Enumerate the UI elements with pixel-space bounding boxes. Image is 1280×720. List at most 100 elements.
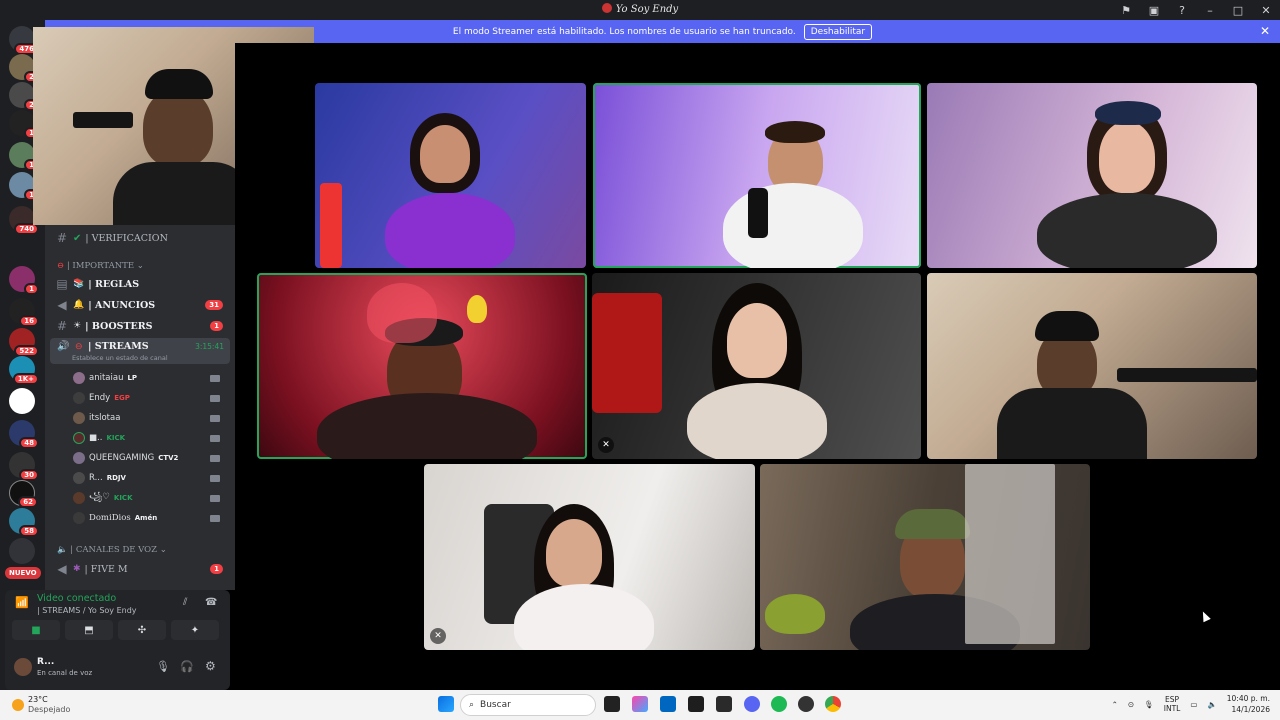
- language-indicator[interactable]: ESP INTL: [1164, 695, 1181, 713]
- no-entry-icon: ⊖: [75, 342, 83, 352]
- task-view-icon[interactable]: [604, 696, 620, 712]
- store-icon[interactable]: [660, 696, 676, 712]
- close-button[interactable]: ✕: [1252, 0, 1280, 20]
- voice-member[interactable]: QUEENGAMING CTV2: [73, 448, 228, 468]
- server-icon[interactable]: 62: [9, 480, 38, 508]
- discord-icon[interactable]: [744, 696, 760, 712]
- volume-icon[interactable]: 🔈: [1207, 700, 1216, 709]
- unread-badge: 1: [210, 564, 223, 574]
- voice-member[interactable]: ꧁♡ KICK: [73, 488, 228, 508]
- video-tile[interactable]: [927, 273, 1257, 459]
- network-icon[interactable]: ⊙: [1128, 700, 1134, 709]
- clock[interactable]: 10:40 p. m. 14/1/2026: [1227, 693, 1270, 715]
- channel-reglas[interactable]: ▤ 📚 | REGLAS: [45, 274, 235, 294]
- screen-share-button[interactable]: ⬒: [65, 620, 113, 640]
- camera-button[interactable]: ■: [12, 620, 60, 640]
- sun-icon: [12, 699, 24, 711]
- bandana: [1095, 101, 1161, 125]
- bell-icon: 🔔: [73, 300, 85, 310]
- video-grid: ✕ ✕: [235, 43, 1280, 690]
- channel-verificacion[interactable]: # ✔ | VERIFICACION: [45, 228, 235, 248]
- server-icon[interactable]: 1K+: [9, 356, 39, 385]
- screen-icon[interactable]: ▣: [1140, 0, 1168, 20]
- display-icon[interactable]: ▭: [1190, 700, 1197, 709]
- app-icon[interactable]: [716, 696, 732, 712]
- video-tile-speaking[interactable]: [593, 83, 921, 268]
- copilot-icon[interactable]: [632, 696, 648, 712]
- voice-member[interactable]: R... RDJV: [73, 468, 228, 488]
- weather-widget[interactable]: 23°C Despejado: [12, 695, 70, 715]
- server-icon[interactable]: 2: [9, 82, 39, 111]
- voice-member[interactable]: DomiDios Amén: [73, 508, 228, 528]
- user-panel: R... En canal de voz 🎙 🎧 ⚙: [5, 650, 230, 686]
- participant-top: [687, 383, 827, 459]
- video-tile[interactable]: [760, 464, 1090, 650]
- server-icon[interactable]: 58: [9, 508, 39, 537]
- microphone-icon[interactable]: 🎙: [156, 660, 170, 673]
- disconnect-icon[interactable]: ☎: [205, 597, 217, 608]
- discover-icon[interactable]: [9, 538, 35, 564]
- video-tile-speaking[interactable]: [257, 273, 587, 459]
- video-tile[interactable]: [927, 83, 1257, 268]
- terminal-icon[interactable]: [688, 696, 704, 712]
- channel-anuncios[interactable]: ◀ 🔔 | ANUNCIOS 31: [45, 295, 235, 315]
- microphone: [73, 112, 133, 128]
- user-name: R...: [37, 657, 55, 667]
- voice-channel[interactable]: | STREAMS / Yo Soy Endy: [37, 606, 137, 615]
- video-tile[interactable]: ✕: [592, 273, 921, 459]
- microphone-icon[interactable]: 🎙: [1144, 700, 1154, 709]
- voice-member[interactable]: ■.. KICK: [73, 428, 228, 448]
- spotify-icon[interactable]: [771, 696, 787, 712]
- category-importante[interactable]: ⊖ | IMPORTANTE ⌄: [57, 261, 144, 271]
- server-icon[interactable]: 1: [9, 266, 39, 295]
- camera-icon: [210, 394, 220, 402]
- maximize-button[interactable]: □: [1224, 0, 1252, 20]
- server-icon[interactable]: 48: [9, 420, 39, 449]
- category-canales-de-voz[interactable]: 🔈 | CANALES DE VOZ ⌄: [57, 545, 167, 555]
- channel-streams-active[interactable]: 🔊 ⊖ | STREAMS 3:15:41 Establece un estad…: [50, 338, 230, 364]
- disable-streamer-button[interactable]: Deshabilitar: [803, 23, 873, 40]
- chevron-up-icon[interactable]: ⌃: [1112, 700, 1118, 709]
- trio-haus-server-icon[interactable]: [9, 388, 35, 414]
- windows-start-icon[interactable]: [438, 696, 454, 712]
- server-icon[interactable]: 522: [9, 328, 39, 357]
- voice-member[interactable]: anitaiau LP: [73, 368, 228, 388]
- discord-home-icon[interactable]: 476: [9, 26, 39, 55]
- channel-boosters[interactable]: # ☀ | BOOSTERS 1: [45, 316, 235, 336]
- neon-banana: [467, 295, 487, 323]
- headphones-icon[interactable]: 🎧: [180, 660, 194, 673]
- voice-member[interactable]: Endy EGP: [73, 388, 228, 408]
- signal-icon[interactable]: 📶: [15, 596, 29, 609]
- obs-icon[interactable]: [798, 696, 814, 712]
- channel-status-prompt[interactable]: Establece un estado de canal: [72, 354, 168, 362]
- avatar: [73, 392, 85, 404]
- channel-fivem[interactable]: ◀ ✱ | FIVE M 1: [45, 559, 235, 579]
- taskbar-search[interactable]: ⌕ Buscar: [460, 694, 596, 716]
- server-icon[interactable]: 1: [9, 172, 39, 201]
- help-icon[interactable]: ?: [1168, 0, 1196, 20]
- voice-member[interactable]: itslotaa: [73, 408, 228, 428]
- video-tile[interactable]: ✕: [424, 464, 755, 650]
- server-icon[interactable]: 1: [9, 142, 39, 171]
- server-icon[interactable]: 1: [9, 110, 39, 139]
- camera-icon: [210, 454, 220, 462]
- close-icon[interactable]: ✕: [1260, 24, 1270, 38]
- shirt: [997, 388, 1147, 459]
- camera-icon: [210, 514, 220, 522]
- video-tile[interactable]: [315, 83, 586, 268]
- avatar: [73, 472, 85, 484]
- minimize-button[interactable]: –: [1196, 0, 1224, 20]
- server-icon[interactable]: 30: [9, 452, 39, 481]
- title-bar: Yo Soy Endy ⚑ ▣ ? – □ ✕: [0, 0, 1280, 20]
- activities-button[interactable]: ✣: [118, 620, 166, 640]
- noise-suppression-icon[interactable]: ⫽: [183, 597, 187, 608]
- avatar[interactable]: [14, 658, 32, 676]
- server-icon[interactable]: 2: [9, 54, 39, 83]
- sun-icon: ☀: [73, 321, 82, 331]
- soundboard-button[interactable]: ✦: [171, 620, 219, 640]
- inbox-icon[interactable]: ⚑: [1112, 0, 1140, 20]
- chrome-icon[interactable]: [825, 696, 841, 712]
- server-icon[interactable]: 16: [9, 298, 39, 327]
- server-icon[interactable]: 740: [9, 206, 39, 235]
- settings-gear-icon[interactable]: ⚙: [205, 659, 216, 673]
